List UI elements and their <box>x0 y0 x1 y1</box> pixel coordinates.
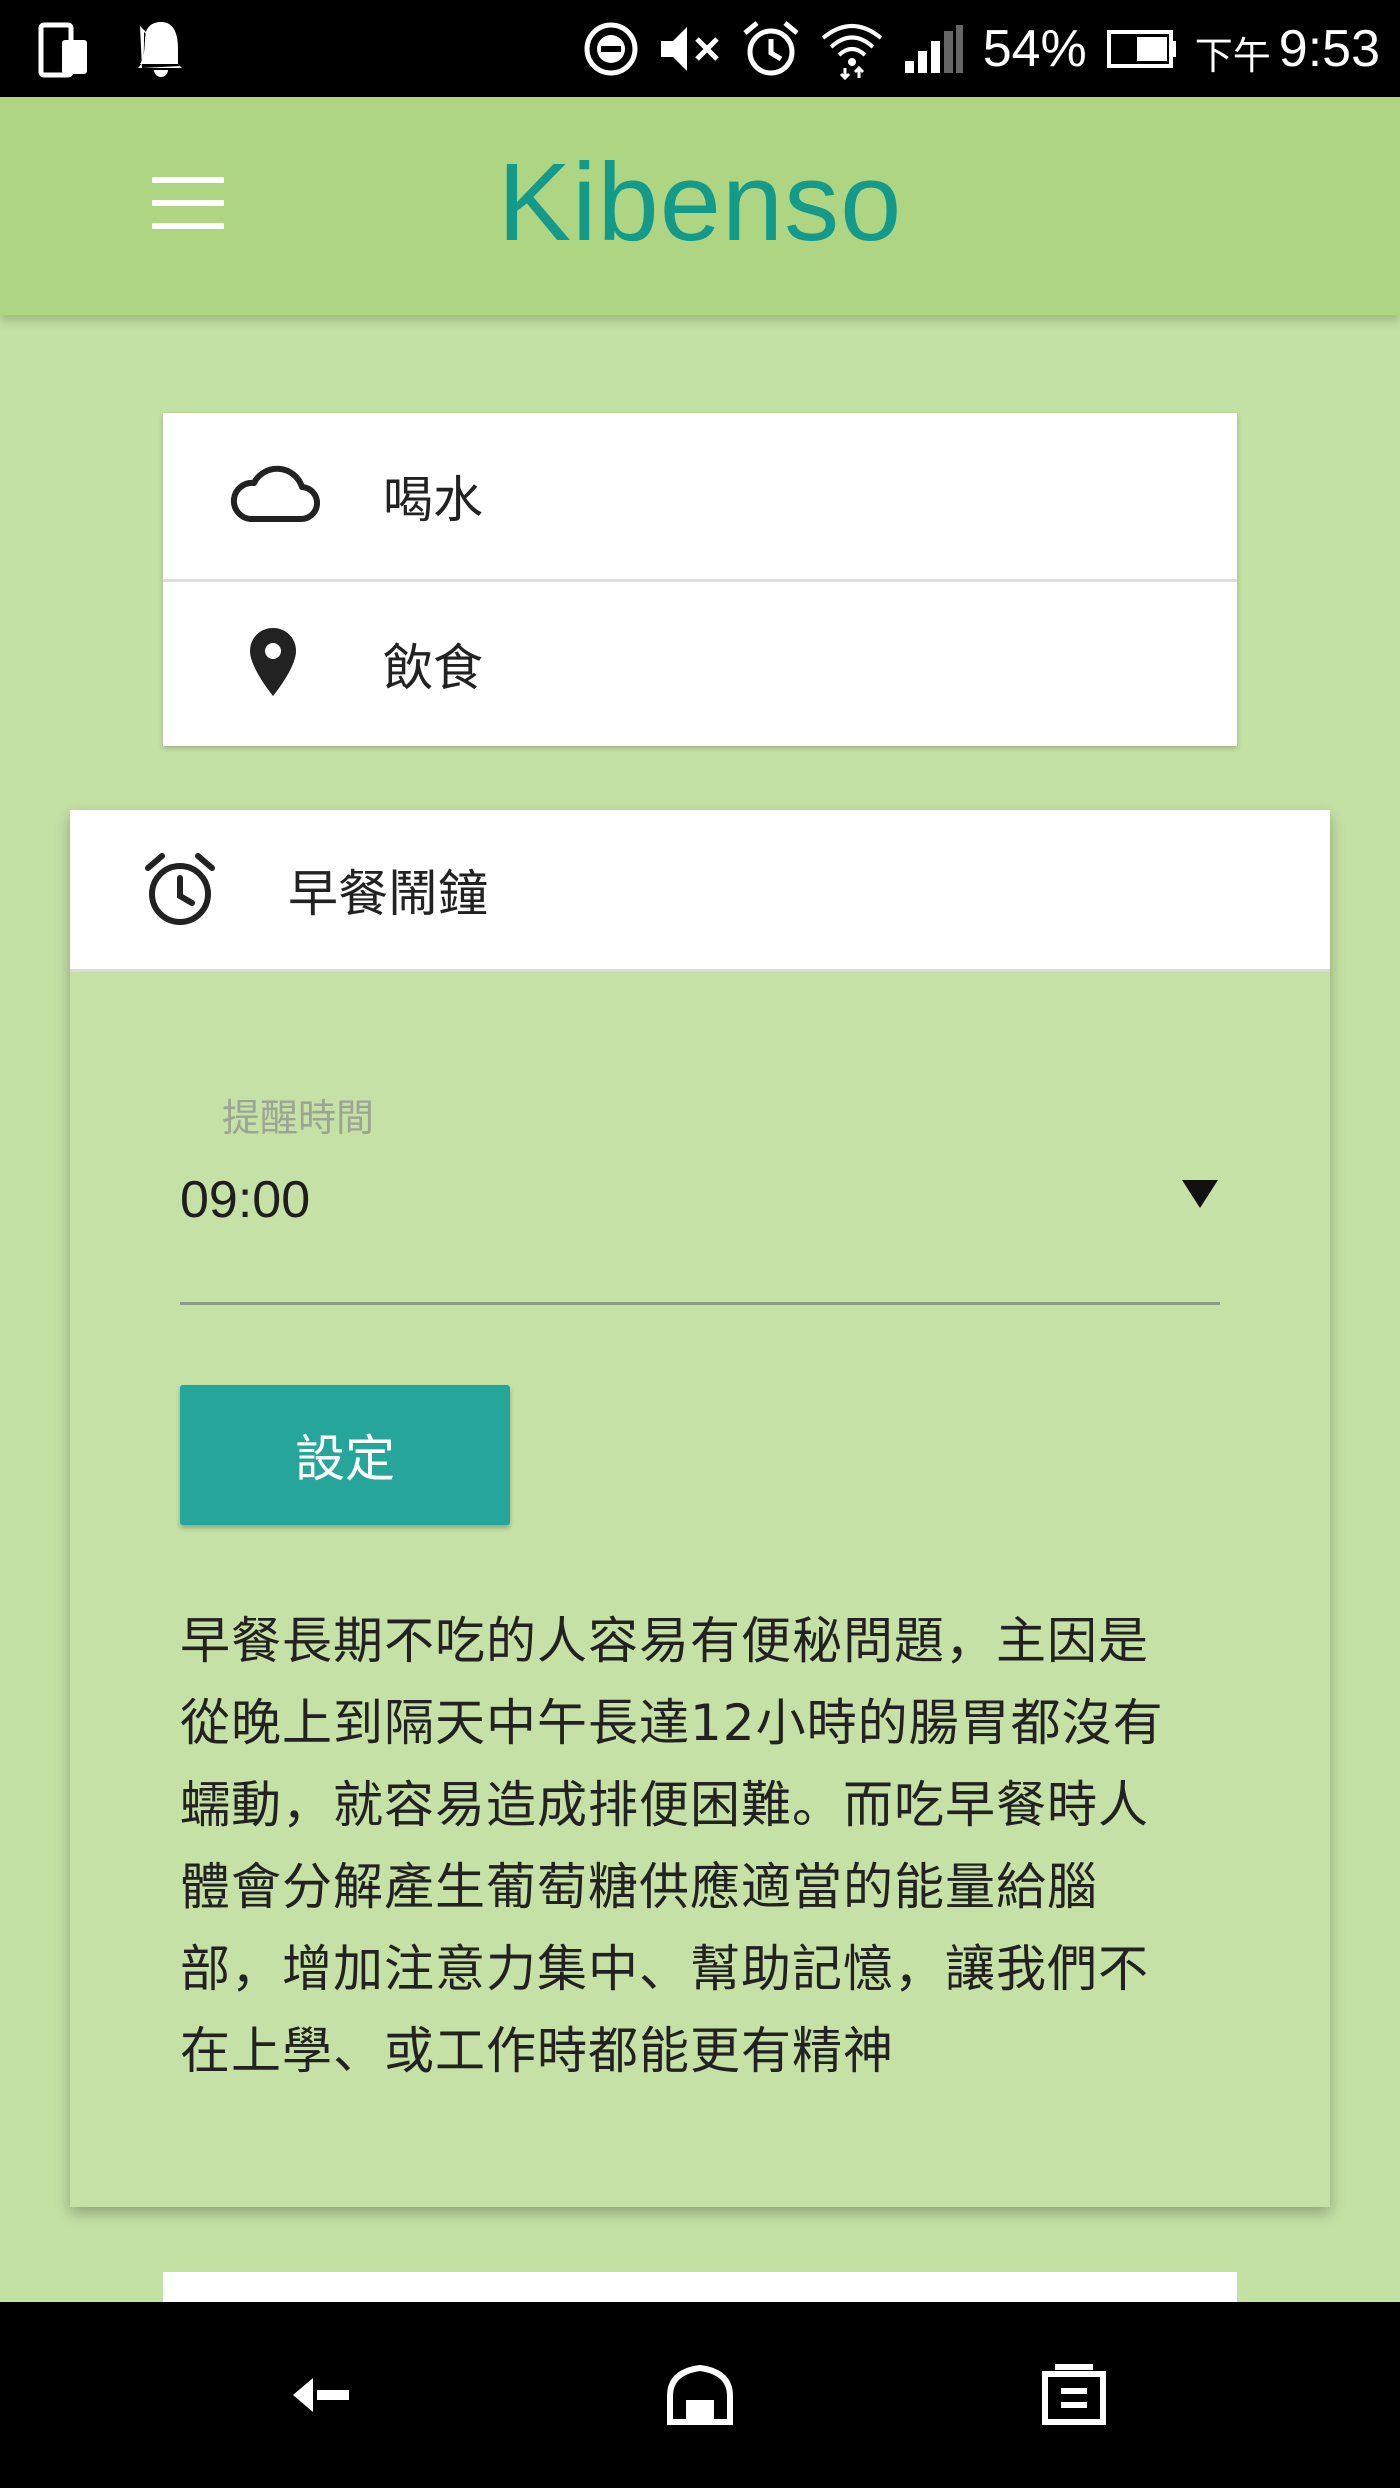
alarm-clock-icon <box>142 850 218 934</box>
time-period: 下午 <box>1194 36 1271 78</box>
status-bar: 54% 下午 9:53 <box>0 0 1400 97</box>
reminder-time-label: 提醒時間 <box>222 1096 375 1140</box>
location-pin-icon <box>228 624 318 704</box>
system-nav-bar <box>0 2302 1400 2488</box>
app-title: Kibenso <box>497 141 903 264</box>
screen-mirror-icon <box>38 22 90 78</box>
description-line: 體會分解產生葡萄糖供應適當的能量給腦 <box>180 1858 1098 1916</box>
description-line: 從晚上到隔天中午長達12小時的腸胃都沒有 <box>180 1694 1164 1752</box>
clock-time: 9:53 <box>1278 20 1380 78</box>
cell-signal-icon <box>903 23 965 75</box>
description-line: 蠕動，就容易造成排便困難。而吃早餐時人 <box>180 1776 1149 1834</box>
back-icon[interactable] <box>285 2360 365 2430</box>
description-line: 部，增加注意力集中、幫助記憶，讓我們不 <box>180 1940 1149 1998</box>
breakfast-description: 早餐長期不吃的人容易有便秘問題，主因是 從晚上到隔天中午長達12小時的腸胃都沒有… <box>180 1600 1225 2092</box>
alarm-card-header[interactable]: 早餐鬧鐘 <box>70 810 1330 972</box>
recent-apps-icon[interactable] <box>1035 2360 1115 2430</box>
reminder-time-select[interactable]: 09:00 <box>180 1170 1220 1305</box>
cloud-icon <box>228 463 320 529</box>
notification-bell-icon <box>130 18 192 82</box>
category-list: 喝水 飲食 <box>163 413 1237 746</box>
mute-icon <box>657 21 723 77</box>
nav-item-label: 飲食 <box>383 638 483 697</box>
selected-time: 09:00 <box>180 1171 311 1229</box>
wifi-icon <box>819 18 885 80</box>
do-not-disturb-icon <box>583 21 639 77</box>
dropdown-arrow-icon <box>1180 1178 1220 1214</box>
battery-icon <box>1105 29 1177 69</box>
description-line: 在上學、或工作時都能更有精神 <box>180 2022 894 2080</box>
alarm-status-icon <box>741 19 801 79</box>
description-line: 早餐長期不吃的人容易有便秘問題，主因是 <box>180 1612 1149 1670</box>
breakfast-alarm-card: 早餐鬧鐘 提醒時間 09:00 設定 早餐長期不吃的人容易有便秘問題，主因是 從… <box>70 810 1330 2207</box>
set-button[interactable]: 設定 <box>180 1385 510 1525</box>
nav-item-label: 喝水 <box>383 471 483 529</box>
nav-item-diet[interactable]: 飲食 <box>163 579 1237 745</box>
app-bar: Kibenso <box>0 97 1400 315</box>
nav-item-water[interactable]: 喝水 <box>163 413 1237 579</box>
home-icon[interactable] <box>660 2360 740 2430</box>
battery-percent: 54% <box>982 20 1087 78</box>
alarm-card-title: 早餐鬧鐘 <box>288 864 488 923</box>
